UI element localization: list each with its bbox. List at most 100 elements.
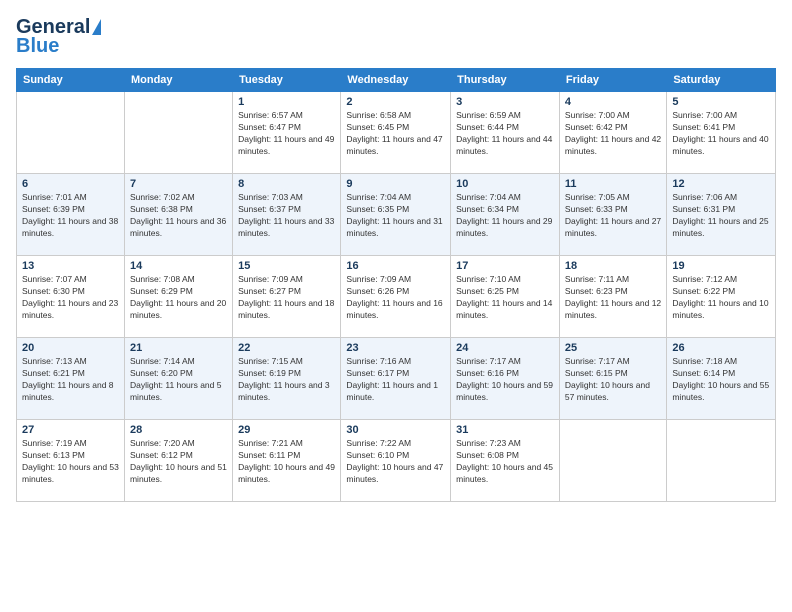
calendar-cell: 23 Sunrise: 7:16 AM Sunset: 6:17 PM Dayli… <box>341 338 451 420</box>
day-number: 24 <box>456 342 554 354</box>
calendar-table: SundayMondayTuesdayWednesdayThursdayFrid… <box>16 68 776 502</box>
calendar-cell: 28 Sunrise: 7:20 AM Sunset: 6:12 PM Dayli… <box>124 420 232 502</box>
calendar-day-header: Friday <box>559 69 666 92</box>
calendar-cell: 1 Sunrise: 6:57 AM Sunset: 6:47 PM Daylig… <box>233 92 341 174</box>
calendar-week-row: 20 Sunrise: 7:13 AM Sunset: 6:21 PM Dayli… <box>17 338 776 420</box>
day-info: Sunrise: 7:09 AM Sunset: 6:26 PM Dayligh… <box>346 274 445 322</box>
day-number: 8 <box>238 178 335 190</box>
day-number: 10 <box>456 178 554 190</box>
calendar-cell <box>667 420 776 502</box>
day-number: 1 <box>238 96 335 108</box>
logo-arrow <box>92 19 101 35</box>
calendar-cell: 21 Sunrise: 7:14 AM Sunset: 6:20 PM Dayli… <box>124 338 232 420</box>
day-number: 18 <box>565 260 661 272</box>
day-info: Sunrise: 7:01 AM Sunset: 6:39 PM Dayligh… <box>22 192 119 240</box>
day-info: Sunrise: 7:03 AM Sunset: 6:37 PM Dayligh… <box>238 192 335 240</box>
calendar-cell <box>17 92 125 174</box>
day-info: Sunrise: 7:17 AM Sunset: 6:16 PM Dayligh… <box>456 356 554 404</box>
day-number: 20 <box>22 342 119 354</box>
calendar-cell: 29 Sunrise: 7:21 AM Sunset: 6:11 PM Dayli… <box>233 420 341 502</box>
day-info: Sunrise: 7:06 AM Sunset: 6:31 PM Dayligh… <box>672 192 770 240</box>
calendar-day-header: Saturday <box>667 69 776 92</box>
day-info: Sunrise: 7:05 AM Sunset: 6:33 PM Dayligh… <box>565 192 661 240</box>
calendar-day-header: Tuesday <box>233 69 341 92</box>
day-number: 19 <box>672 260 770 272</box>
day-number: 11 <box>565 178 661 190</box>
calendar-week-row: 1 Sunrise: 6:57 AM Sunset: 6:47 PM Daylig… <box>17 92 776 174</box>
calendar-cell: 16 Sunrise: 7:09 AM Sunset: 6:26 PM Dayli… <box>341 256 451 338</box>
day-info: Sunrise: 7:17 AM Sunset: 6:15 PM Dayligh… <box>565 356 661 404</box>
day-info: Sunrise: 7:12 AM Sunset: 6:22 PM Dayligh… <box>672 274 770 322</box>
calendar-cell: 4 Sunrise: 7:00 AM Sunset: 6:42 PM Daylig… <box>559 92 666 174</box>
calendar-cell: 22 Sunrise: 7:15 AM Sunset: 6:19 PM Dayli… <box>233 338 341 420</box>
day-number: 29 <box>238 424 335 436</box>
calendar-cell: 3 Sunrise: 6:59 AM Sunset: 6:44 PM Daylig… <box>451 92 560 174</box>
header: General Blue <box>16 16 776 58</box>
calendar-cell: 5 Sunrise: 7:00 AM Sunset: 6:41 PM Daylig… <box>667 92 776 174</box>
calendar-cell: 30 Sunrise: 7:22 AM Sunset: 6:10 PM Dayli… <box>341 420 451 502</box>
day-number: 28 <box>130 424 227 436</box>
day-number: 22 <box>238 342 335 354</box>
day-info: Sunrise: 7:23 AM Sunset: 6:08 PM Dayligh… <box>456 438 554 486</box>
calendar-day-header: Wednesday <box>341 69 451 92</box>
day-number: 14 <box>130 260 227 272</box>
calendar-day-header: Sunday <box>17 69 125 92</box>
day-info: Sunrise: 7:09 AM Sunset: 6:27 PM Dayligh… <box>238 274 335 322</box>
day-info: Sunrise: 7:14 AM Sunset: 6:20 PM Dayligh… <box>130 356 227 404</box>
day-info: Sunrise: 7:00 AM Sunset: 6:42 PM Dayligh… <box>565 110 661 158</box>
calendar-day-header: Thursday <box>451 69 560 92</box>
page-container: General Blue SundayMondayTuesdayWednesda… <box>0 0 792 512</box>
calendar-day-header: Monday <box>124 69 232 92</box>
calendar-cell: 13Sunrise: 7:07 AM Sunset: 6:30 PM Dayli… <box>17 256 125 338</box>
day-info: Sunrise: 7:20 AM Sunset: 6:12 PM Dayligh… <box>130 438 227 486</box>
day-info: Sunrise: 7:04 AM Sunset: 6:34 PM Dayligh… <box>456 192 554 240</box>
calendar-cell: 8 Sunrise: 7:03 AM Sunset: 6:37 PM Daylig… <box>233 174 341 256</box>
day-info: Sunrise: 6:58 AM Sunset: 6:45 PM Dayligh… <box>346 110 445 158</box>
calendar-cell: 15 Sunrise: 7:09 AM Sunset: 6:27 PM Dayli… <box>233 256 341 338</box>
calendar-cell <box>124 92 232 174</box>
day-number: 2 <box>346 96 445 108</box>
day-info: Sunrise: 7:22 AM Sunset: 6:10 PM Dayligh… <box>346 438 445 486</box>
calendar-cell: 20 Sunrise: 7:13 AM Sunset: 6:21 PM Dayli… <box>17 338 125 420</box>
day-info: Sunrise: 7:15 AM Sunset: 6:19 PM Dayligh… <box>238 356 335 404</box>
day-number: 31 <box>456 424 554 436</box>
day-info: Sunrise: 7:04 AM Sunset: 6:35 PM Dayligh… <box>346 192 445 240</box>
calendar-cell: 7Sunrise: 7:02 AM Sunset: 6:38 PM Daylig… <box>124 174 232 256</box>
day-info: Sunrise: 6:57 AM Sunset: 6:47 PM Dayligh… <box>238 110 335 158</box>
day-number: 7 <box>130 178 227 190</box>
day-info: Sunrise: 7:19 AM Sunset: 6:13 PM Dayligh… <box>22 438 119 486</box>
day-number: 25 <box>565 342 661 354</box>
day-info: Sunrise: 7:08 AM Sunset: 6:29 PM Dayligh… <box>130 274 227 322</box>
calendar-cell: 26Sunrise: 7:18 AM Sunset: 6:14 PM Dayli… <box>667 338 776 420</box>
day-info: Sunrise: 7:16 AM Sunset: 6:17 PM Dayligh… <box>346 356 445 404</box>
day-number: 30 <box>346 424 445 436</box>
day-number: 3 <box>456 96 554 108</box>
day-info: Sunrise: 7:10 AM Sunset: 6:25 PM Dayligh… <box>456 274 554 322</box>
day-info: Sunrise: 7:21 AM Sunset: 6:11 PM Dayligh… <box>238 438 335 486</box>
day-info: Sunrise: 6:59 AM Sunset: 6:44 PM Dayligh… <box>456 110 554 158</box>
day-number: 15 <box>238 260 335 272</box>
calendar-header-row: SundayMondayTuesdayWednesdayThursdayFrid… <box>17 69 776 92</box>
day-number: 23 <box>346 342 445 354</box>
logo-blue: Blue <box>16 35 59 58</box>
day-number: 6 <box>22 178 119 190</box>
day-number: 27 <box>22 424 119 436</box>
calendar-week-row: 27 Sunrise: 7:19 AM Sunset: 6:13 PM Dayli… <box>17 420 776 502</box>
calendar-cell: 18 Sunrise: 7:11 AM Sunset: 6:23 PM Dayli… <box>559 256 666 338</box>
day-info: Sunrise: 7:11 AM Sunset: 6:23 PM Dayligh… <box>565 274 661 322</box>
calendar-week-row: 6 Sunrise: 7:01 AM Sunset: 6:39 PM Daylig… <box>17 174 776 256</box>
calendar-cell: 9 Sunrise: 7:04 AM Sunset: 6:35 PM Daylig… <box>341 174 451 256</box>
calendar-cell: 6 Sunrise: 7:01 AM Sunset: 6:39 PM Daylig… <box>17 174 125 256</box>
day-number: 21 <box>130 342 227 354</box>
day-number: 4 <box>565 96 661 108</box>
day-number: 16 <box>346 260 445 272</box>
day-info: Sunrise: 7:00 AM Sunset: 6:41 PM Dayligh… <box>672 110 770 158</box>
calendar-cell <box>559 420 666 502</box>
day-number: 5 <box>672 96 770 108</box>
calendar-cell: 10 Sunrise: 7:04 AM Sunset: 6:34 PM Dayli… <box>451 174 560 256</box>
day-info: Sunrise: 7:07 AM Sunset: 6:30 PM Dayligh… <box>22 274 119 322</box>
day-info: Sunrise: 7:13 AM Sunset: 6:21 PM Dayligh… <box>22 356 119 404</box>
calendar-cell: 24 Sunrise: 7:17 AM Sunset: 6:16 PM Dayli… <box>451 338 560 420</box>
day-number: 9 <box>346 178 445 190</box>
calendar-cell: 27 Sunrise: 7:19 AM Sunset: 6:13 PM Dayli… <box>17 420 125 502</box>
